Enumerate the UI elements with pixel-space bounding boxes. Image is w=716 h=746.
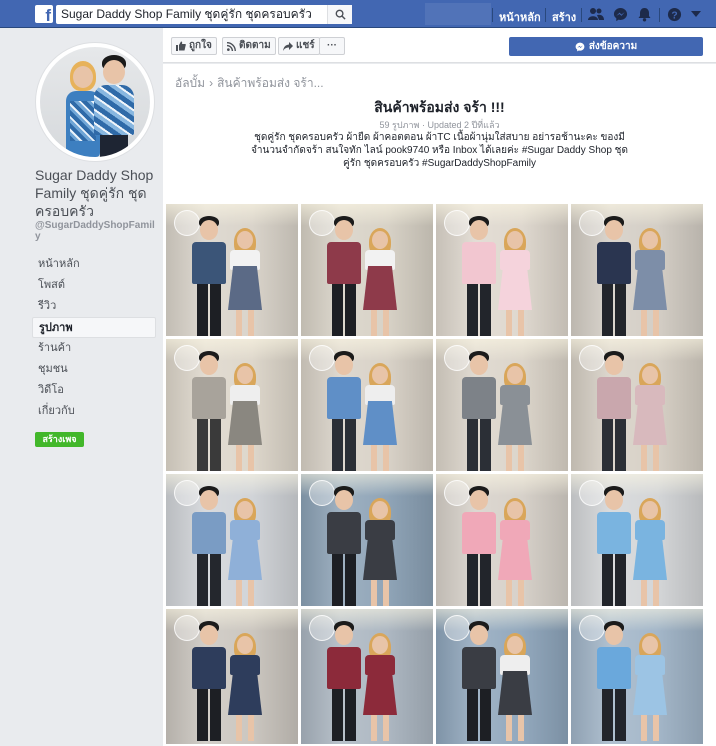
nav-divider [545,8,546,22]
page-profile-picture[interactable] [35,42,155,162]
search-button[interactable] [327,5,352,24]
sidebar-item-1[interactable]: โพสต์ [32,275,156,296]
watermark-logo-icon [309,480,335,506]
profile-photo [40,47,150,157]
send-message-label: ส่งข้อความ [588,41,638,52]
create-page-button[interactable]: สร้างเพจ [35,432,84,447]
watermark-logo-icon [579,210,605,236]
couple-photo-8[interactable] [571,339,703,471]
photo-grid [163,202,716,746]
svg-text:?: ? [671,10,677,21]
album-description: ชุดคู่รัก ชุดครอบครัว ผ้ายืด ผ้าคอตตอน ผ… [251,132,628,169]
couple-photo-7[interactable] [436,339,568,471]
send-message-button[interactable]: ส่งข้อความ [509,37,703,56]
watermark-logo-icon [444,210,470,236]
page-nav-menu: หน้าหลัก โพสต์ รีวิว รูปภาพ ร้านค้า ชุมชน วิดี… [32,254,156,422]
couple-photo-6[interactable] [301,339,433,471]
watermark-logo-icon [174,210,200,236]
watermark-logo-icon [174,615,200,641]
couple-photo-3[interactable] [436,204,568,336]
sidebar-item-6[interactable]: วิดีโอ [32,380,156,401]
couple-photo-13[interactable] [166,609,298,744]
couple-photo-14[interactable] [301,609,433,744]
nav-create-link[interactable]: สร้าง [552,8,576,26]
nav-divider [659,8,660,22]
nav-divider [581,8,582,22]
watermark-logo-icon [444,480,470,506]
share-button[interactable]: แชร์ [278,37,320,55]
album-header: อัลบั้ม › สินค้าพร้อมส่ง จร้า... สินค้าพร้… [163,64,716,202]
sidebar-item-0[interactable]: หน้าหลัก [32,254,156,275]
couple-photo-5[interactable] [166,339,298,471]
facebook-logo-icon[interactable]: f [35,5,53,23]
album-meta: 59 รูปภาพ · Updated 2 ปีที่แล้ว [379,120,500,130]
share-label: แชร์ [296,40,315,51]
nav-home-link[interactable]: หน้าหลัก [499,8,541,26]
like-label: ถูกใจ [189,40,212,51]
friend-requests-icon[interactable] [588,6,604,22]
page-username[interactable]: @SugarDaddyShopFamily [35,220,155,242]
couple-photo-11[interactable] [436,474,568,606]
account-menu-icon[interactable] [688,6,704,22]
left-sidebar: Sugar Daddy Shop Family ชุดคู่รัก ชุดครอ… [0,28,163,746]
search-input[interactable]: Sugar Daddy Shop Family ชุดคู่รัก ชุดครอ… [56,5,352,24]
sidebar-item-7[interactable]: เกี่ยวกับ [32,401,156,422]
watermark-logo-icon [174,345,200,371]
couple-photo-1[interactable] [166,204,298,336]
watermark-logo-icon [579,615,605,641]
album-title: สินค้าพร้อมส่ง จร้า !!! [374,99,505,115]
notifications-icon[interactable] [636,6,652,22]
couple-photo-12[interactable] [571,474,703,606]
couple-photo-2[interactable] [301,204,433,336]
watermark-logo-icon [309,345,335,371]
top-bar: f Sugar Daddy Shop Family ชุดคู่รัก ชุดค… [0,0,716,28]
page-action-bar: ถูกใจ ติดตาม แชร์ ··· ส่งข้อความ [163,28,716,63]
more-label: ··· [327,40,337,51]
sidebar-item-2[interactable]: รีวิว [32,296,156,317]
page-title[interactable]: Sugar Daddy Shop Family ชุดคู่รัก ชุดครอ… [35,166,160,220]
breadcrumb-separator: › [209,76,214,90]
like-button[interactable]: ถูกใจ [171,37,217,55]
breadcrumb-current: สินค้าพร้อมส่ง จร้า... [217,76,324,90]
couple-photo-4[interactable] [571,204,703,336]
watermark-logo-icon [309,615,335,641]
watermark-logo-icon [579,480,605,506]
watermark-logo-icon [444,345,470,371]
watermark-logo-icon [309,210,335,236]
rss-icon [227,41,236,51]
couple-photo-9[interactable] [166,474,298,606]
watermark-logo-icon [579,345,605,371]
watermark-logo-icon [174,480,200,506]
messenger-icon[interactable] [612,6,628,22]
profile-link[interactable] [425,3,491,25]
nav-divider [492,8,493,22]
sidebar-item-4[interactable]: ร้านค้า [32,338,156,359]
help-icon[interactable]: ? [666,6,682,22]
watermark-logo-icon [444,615,470,641]
more-options-button[interactable]: ··· [319,37,345,55]
messenger-icon [575,42,585,51]
couple-photo-16[interactable] [571,609,703,744]
sidebar-item-3[interactable]: รูปภาพ [32,317,156,338]
search-icon [335,9,346,20]
follow-label: ติดตาม [239,40,271,51]
thumbs-up-icon [176,41,186,51]
follow-button[interactable]: ติดตาม [222,37,276,55]
couple-photo-15[interactable] [436,609,568,744]
couple-photo-10[interactable] [301,474,433,606]
breadcrumb-albums-link[interactable]: อัลบั้ม [175,76,205,90]
breadcrumb: อัลบั้ม › สินค้าพร้อมส่ง จร้า... [175,74,324,93]
sidebar-item-5[interactable]: ชุมชน [32,359,156,380]
share-arrow-icon [283,41,293,51]
